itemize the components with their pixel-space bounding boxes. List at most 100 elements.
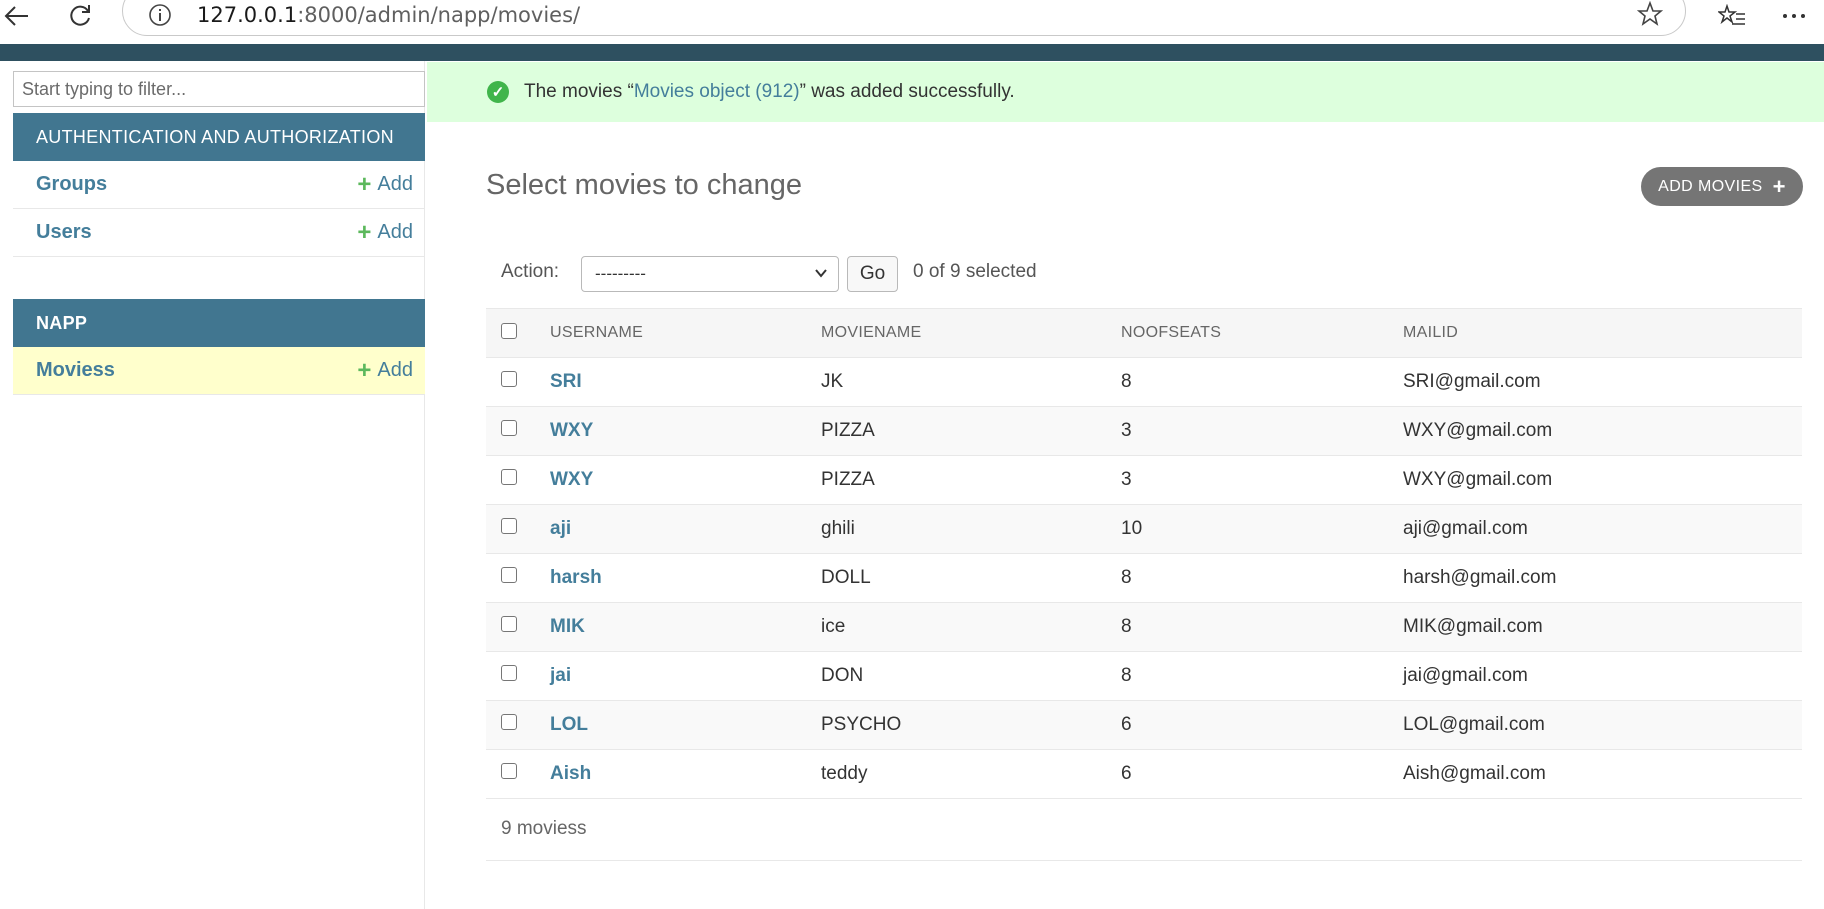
reload-icon[interactable] bbox=[64, 0, 96, 32]
plus-icon: + bbox=[357, 170, 372, 198]
selection-count: 0 of 9 selected bbox=[913, 261, 1037, 282]
table-row: SRI JK 8 SRI@gmail.com bbox=[486, 358, 1802, 407]
row-checkbox[interactable] bbox=[501, 469, 517, 485]
message-text: The movies “Movies object (912)” was add… bbox=[524, 81, 1015, 103]
username-cell: WXY bbox=[550, 456, 821, 505]
username-link[interactable]: MIK bbox=[550, 616, 585, 637]
plus-icon: + bbox=[1772, 173, 1786, 199]
moviename-cell: PIZZA bbox=[821, 420, 875, 441]
row-checkbox[interactable] bbox=[501, 371, 517, 387]
added-object-link[interactable]: Movies object (912) bbox=[634, 81, 800, 102]
mail-cell: LOL@gmail.com bbox=[1403, 714, 1545, 735]
username-link[interactable]: WXY bbox=[550, 469, 593, 490]
username-link[interactable]: harsh bbox=[550, 567, 602, 588]
row-checkbox[interactable] bbox=[501, 665, 517, 681]
model-link-moviess[interactable]: Moviess bbox=[36, 359, 115, 382]
seats-cell: 8 bbox=[1121, 371, 1132, 392]
nav-filter-input[interactable] bbox=[13, 71, 425, 107]
row-checkbox[interactable] bbox=[501, 518, 517, 534]
mail-cell: MIK@gmail.com bbox=[1403, 616, 1543, 637]
add-movies-button[interactable]: ADD MOVIES + bbox=[1641, 167, 1803, 206]
site-info-icon[interactable] bbox=[148, 3, 172, 32]
sidebar-item-moviess[interactable]: Moviess + Add bbox=[13, 347, 425, 395]
seats-cell: 8 bbox=[1121, 567, 1132, 588]
add-users-link[interactable]: + Add bbox=[357, 218, 413, 246]
module-caption-napp[interactable]: NAPP bbox=[13, 299, 425, 347]
moviename-cell: PIZZA bbox=[821, 469, 875, 490]
column-header-username[interactable]: USERNAME bbox=[550, 309, 821, 358]
back-arrow-icon[interactable] bbox=[0, 0, 32, 32]
username-link[interactable]: WXY bbox=[550, 420, 593, 441]
action-select[interactable]: --------- bbox=[581, 256, 839, 292]
more-options-icon[interactable] bbox=[1778, 0, 1810, 32]
add-label: Add bbox=[377, 359, 413, 381]
go-button[interactable]: Go bbox=[847, 256, 898, 292]
row-checkbox-cell bbox=[486, 456, 550, 505]
favorite-star-icon[interactable] bbox=[1636, 0, 1664, 32]
model-link-groups[interactable]: Groups bbox=[36, 173, 107, 196]
row-checkbox[interactable] bbox=[501, 714, 517, 730]
seats-cell: 10 bbox=[1121, 518, 1143, 539]
row-checkbox[interactable] bbox=[501, 567, 517, 583]
username-link[interactable]: Aish bbox=[550, 763, 591, 784]
plus-icon: + bbox=[357, 356, 372, 384]
row-checkbox-cell bbox=[486, 358, 550, 407]
module-caption-auth[interactable]: AUTHENTICATION AND AUTHORIZATION bbox=[13, 113, 425, 161]
nav-sidebar: AUTHENTICATION AND AUTHORIZATION Groups … bbox=[0, 61, 425, 909]
url-path: :8000/admin/napp/movies/ bbox=[297, 3, 581, 27]
row-checkbox-cell bbox=[486, 701, 550, 750]
action-label: Action: bbox=[501, 261, 560, 282]
paginator: 9 moviess bbox=[486, 798, 1802, 861]
username-link[interactable]: jai bbox=[550, 665, 571, 686]
username-cell: harsh bbox=[550, 554, 821, 603]
row-checkbox[interactable] bbox=[501, 420, 517, 436]
table-header-row: USERNAME MOVIENAME NOOFSEATS MAILID bbox=[486, 308, 1802, 358]
mail-cell: Aish@gmail.com bbox=[1403, 763, 1546, 784]
result-list: USERNAME MOVIENAME NOOFSEATS MAILID SRI … bbox=[486, 308, 1802, 799]
browser-toolbar: 127.0.0.1:8000/admin/napp/movies/ bbox=[0, 0, 1824, 44]
moviename-cell: DON bbox=[821, 665, 864, 686]
username-cell: SRI bbox=[550, 358, 821, 407]
plus-icon: + bbox=[357, 218, 372, 246]
column-header-noofseats[interactable]: NOOFSEATS bbox=[1121, 309, 1403, 358]
address-bar[interactable]: 127.0.0.1:8000/admin/napp/movies/ bbox=[122, 0, 1686, 36]
add-movies-label: ADD MOVIES bbox=[1658, 177, 1763, 195]
mail-cell: WXY@gmail.com bbox=[1403, 420, 1553, 441]
username-link[interactable]: LOL bbox=[550, 714, 588, 735]
select-all-checkbox[interactable] bbox=[501, 322, 517, 339]
table-row: MIK ice 8 MIK@gmail.com bbox=[486, 602, 1802, 652]
seats-cell: 3 bbox=[1121, 469, 1132, 490]
seats-cell: 3 bbox=[1121, 420, 1132, 441]
url-host: 127.0.0.1 bbox=[197, 3, 298, 27]
results-table: USERNAME MOVIENAME NOOFSEATS MAILID SRI … bbox=[486, 308, 1802, 799]
row-checkbox-cell bbox=[486, 407, 550, 456]
column-header-moviename[interactable]: MOVIENAME bbox=[821, 309, 1121, 358]
moviename-cell: PSYCHO bbox=[821, 714, 902, 735]
table-row: Aish teddy 6 Aish@gmail.com bbox=[486, 750, 1802, 799]
message-suffix: ” was added successfully. bbox=[799, 81, 1015, 102]
username-link[interactable]: aji bbox=[550, 518, 571, 539]
moviename-cell: ghili bbox=[821, 518, 855, 539]
username-cell: WXY bbox=[550, 407, 821, 456]
seats-cell: 8 bbox=[1121, 616, 1132, 637]
sidebar-item-users[interactable]: Users + Add bbox=[13, 209, 425, 257]
row-checkbox-cell bbox=[486, 750, 550, 799]
add-moviess-link[interactable]: + Add bbox=[357, 356, 413, 384]
chevron-down-icon bbox=[815, 269, 827, 278]
table-row: LOL PSYCHO 6 LOL@gmail.com bbox=[486, 700, 1802, 750]
table-row: aji ghili 10 aji@gmail.com bbox=[486, 504, 1802, 554]
favorites-list-icon[interactable] bbox=[1716, 0, 1748, 32]
add-groups-link[interactable]: + Add bbox=[357, 170, 413, 198]
mail-cell: WXY@gmail.com bbox=[1403, 469, 1553, 490]
add-label: Add bbox=[377, 221, 413, 243]
moviename-cell: ice bbox=[821, 616, 846, 637]
sidebar-item-groups[interactable]: Groups + Add bbox=[13, 161, 425, 209]
row-checkbox[interactable] bbox=[501, 616, 517, 632]
model-link-users[interactable]: Users bbox=[36, 221, 92, 244]
moviename-cell: DOLL bbox=[821, 567, 871, 588]
column-header-mailid[interactable]: MAILID bbox=[1403, 309, 1802, 358]
row-checkbox-cell bbox=[486, 652, 550, 701]
row-checkbox[interactable] bbox=[501, 763, 517, 779]
admin-header bbox=[0, 44, 1824, 61]
username-link[interactable]: SRI bbox=[550, 371, 582, 392]
